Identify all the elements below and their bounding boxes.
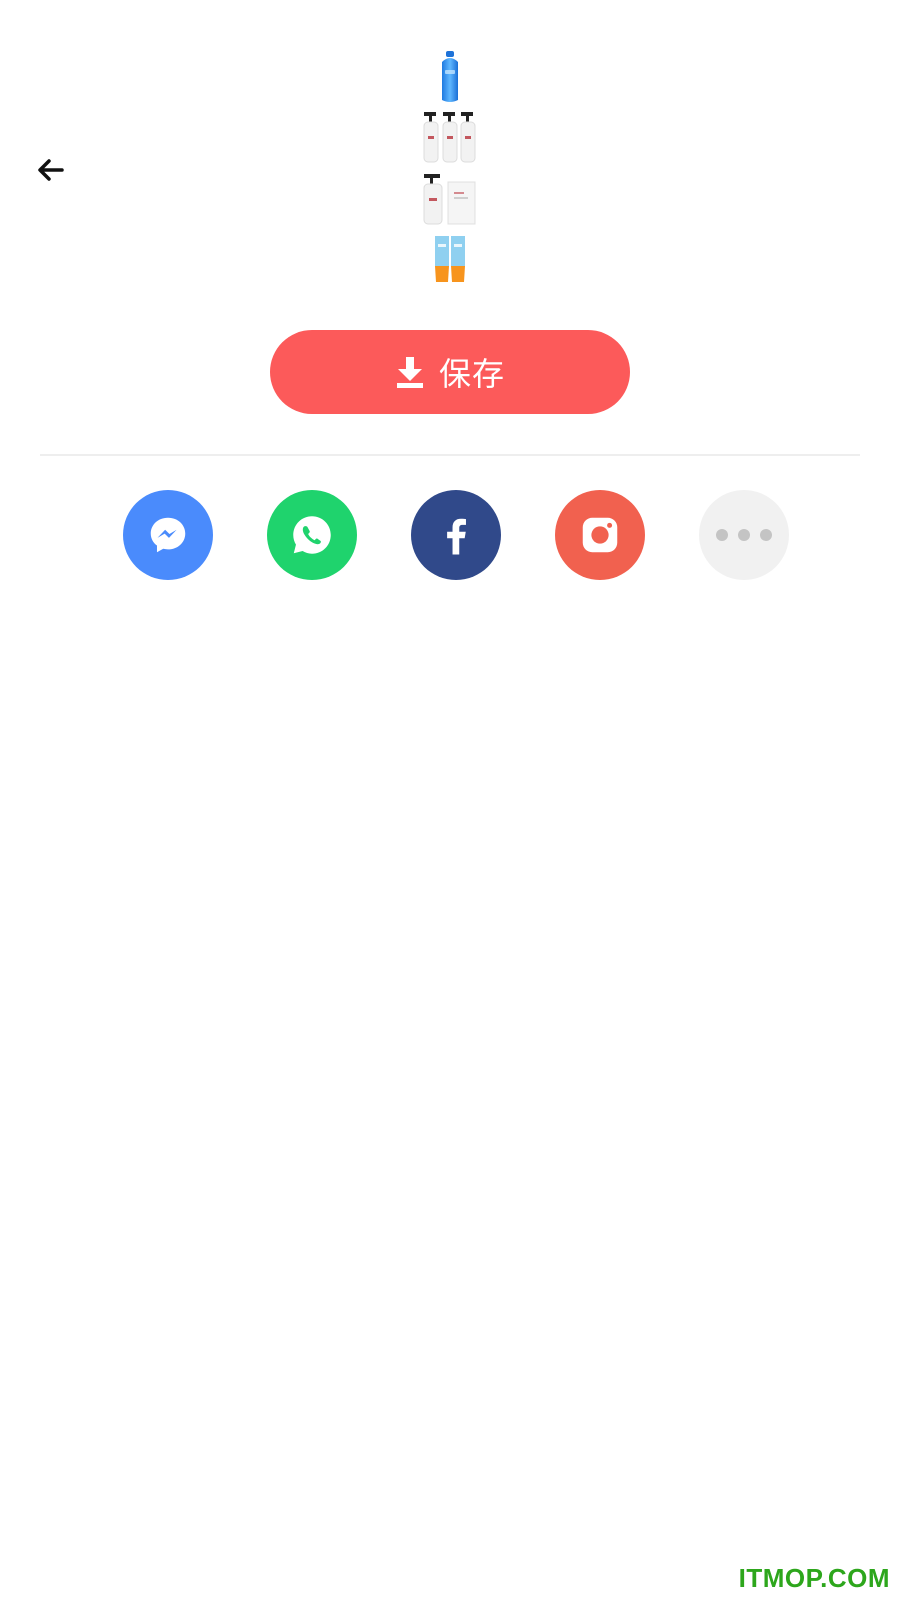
share-messenger-button[interactable] bbox=[123, 490, 213, 580]
share-instagram-button[interactable] bbox=[555, 490, 645, 580]
share-whatsapp-button[interactable] bbox=[267, 490, 357, 580]
share-facebook-button[interactable] bbox=[411, 490, 501, 580]
messenger-icon bbox=[150, 517, 186, 553]
whatsapp-icon bbox=[293, 516, 331, 554]
product-bottle-icon bbox=[421, 50, 479, 104]
back-button[interactable] bbox=[30, 150, 70, 190]
watermark-text: ITMOP.COM bbox=[738, 1563, 890, 1593]
divider bbox=[40, 454, 860, 456]
product-pump-bottles-icon bbox=[421, 110, 479, 164]
share-screen: 保存 ITMOP.COM bbox=[0, 0, 900, 1600]
preview-image bbox=[421, 50, 479, 286]
share-targets bbox=[0, 490, 900, 582]
download-icon bbox=[395, 355, 425, 389]
instagram-icon bbox=[582, 517, 618, 553]
arrow-left-icon bbox=[38, 159, 64, 181]
product-tubes-icon bbox=[421, 232, 479, 286]
more-dots-icon bbox=[716, 529, 772, 541]
save-label: 保存 bbox=[438, 355, 505, 393]
save-button[interactable]: 保存 bbox=[270, 330, 630, 414]
share-more-button[interactable] bbox=[699, 490, 789, 580]
product-pump-box-icon bbox=[421, 172, 479, 226]
facebook-icon bbox=[447, 518, 466, 555]
